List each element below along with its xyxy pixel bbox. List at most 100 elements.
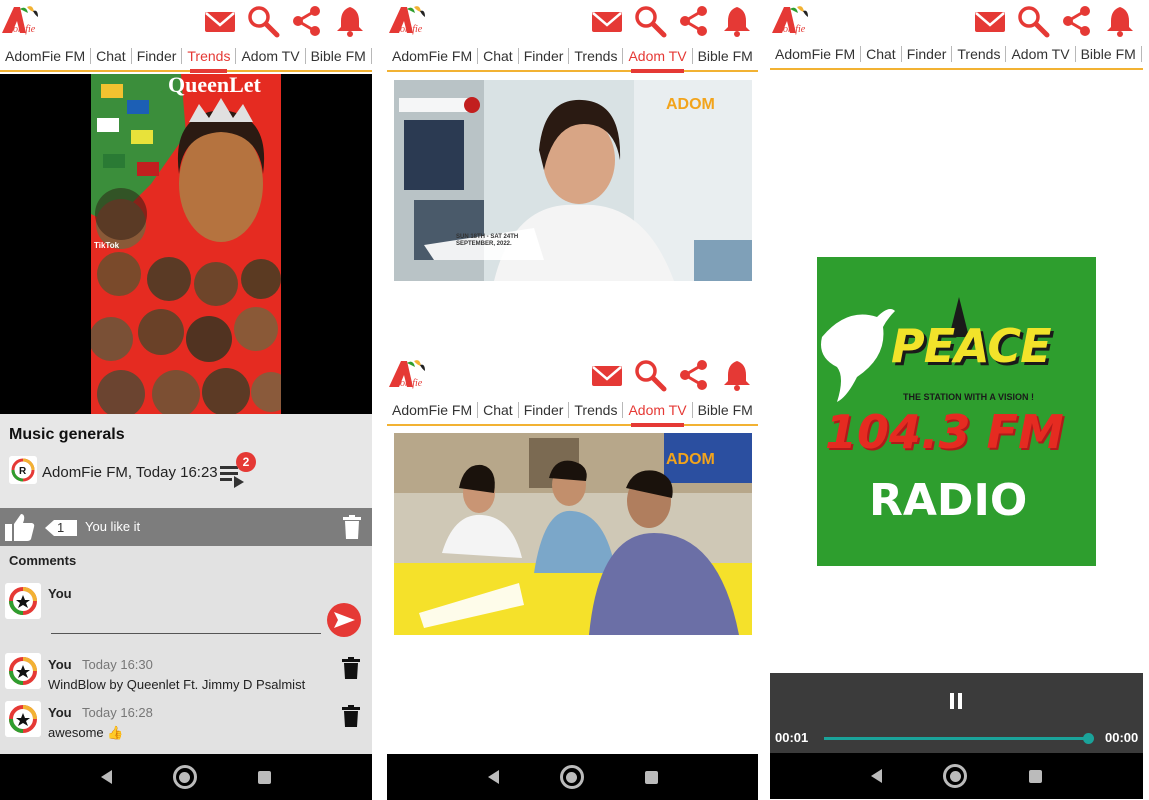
tab-bible-fm[interactable]: Bible FM — [693, 48, 758, 64]
poster-image — [91, 74, 281, 414]
tab-bible-fm[interactable]: Bible FM — [693, 402, 758, 418]
seek-track[interactable] — [824, 733, 1094, 744]
tab-finder[interactable]: Finder — [519, 48, 570, 64]
duration-time: 00:00 — [1105, 730, 1139, 745]
post-meta: AdomFie FM, Today 16:23 — [42, 464, 218, 481]
delete-post-icon[interactable] — [343, 515, 361, 539]
tab-finder[interactable]: Finder — [902, 46, 953, 62]
home-icon[interactable] — [172, 765, 197, 789]
logo-text: domfie — [8, 24, 36, 35]
search-icon[interactable] — [246, 4, 280, 38]
share-icon[interactable] — [1060, 4, 1094, 38]
tab-adomfie-fm[interactable]: AdomFie FM — [387, 48, 479, 64]
comment-time: Today 16:30 — [82, 657, 153, 672]
top-bar: domfie — [387, 354, 758, 396]
recents-icon[interactable] — [1029, 769, 1043, 783]
seek-thumb[interactable] — [1083, 733, 1094, 744]
tab-bar: AdomFie FM Chat Finder Trends Adom TV Bi… — [387, 42, 758, 73]
comment-text: WindBlow by Queenlet Ft. Jimmy D Psalmis… — [48, 677, 306, 692]
tab-trends[interactable]: Trends — [569, 48, 624, 64]
like-bar: 1 You like it — [0, 508, 372, 546]
bell-icon[interactable] — [333, 4, 367, 38]
back-icon[interactable] — [487, 770, 499, 784]
peace-radio: RADIO — [869, 475, 1028, 526]
search-icon[interactable] — [633, 358, 667, 392]
adomfie-logo[interactable] — [0, 3, 48, 41]
tab-adomfie-fm[interactable]: AdomFie FM — [770, 46, 862, 62]
top-bar: domfie — [387, 0, 758, 42]
send-icon[interactable] — [326, 602, 362, 638]
home-icon[interactable] — [559, 765, 584, 789]
search-icon[interactable] — [633, 4, 667, 38]
share-icon[interactable] — [677, 4, 711, 38]
tab-finder[interactable]: Finder — [132, 48, 183, 64]
tab-finder[interactable]: Finder — [519, 402, 570, 418]
tab-adom-tv[interactable]: Adom TV — [623, 48, 693, 73]
trend-media[interactable]: QueenLet TikTok — [0, 74, 372, 414]
back-icon[interactable] — [870, 769, 882, 783]
screen-trends: domfie AdomFie FM Chat Finder Trends Ado… — [0, 0, 372, 800]
composer-name: You — [48, 586, 72, 601]
adomfie-logo[interactable] — [770, 3, 818, 41]
tab-adom-tv[interactable]: Adom TV — [623, 402, 693, 427]
tab-bible-fm[interactable]: Bible FM — [306, 48, 372, 64]
recents-icon[interactable] — [644, 770, 658, 784]
video-player[interactable]: ADOM SUN 18TH - SAT 24TH SEPTEMBER, 2022… — [394, 80, 752, 281]
tab-chat[interactable]: Chat — [861, 46, 902, 62]
home-icon[interactable] — [943, 764, 968, 788]
pause-icon[interactable] — [948, 693, 964, 709]
back-icon[interactable] — [100, 770, 112, 784]
bell-icon[interactable] — [720, 4, 754, 38]
audio-player: 00:01 00:00 — [770, 673, 1143, 753]
top-bar: domfie — [770, 0, 1143, 42]
comment-author: You — [48, 657, 72, 672]
elapsed-time: 00:01 — [775, 730, 809, 745]
mail-icon[interactable] — [590, 4, 624, 38]
comment-item: You Today 16:28 awesome 👍 — [48, 704, 153, 741]
mail-icon[interactable] — [203, 4, 237, 38]
delete-comment-icon[interactable] — [342, 705, 360, 727]
tab-adomfie-fm[interactable]: AdomFie FM — [0, 48, 92, 64]
like-label: You like it — [85, 519, 141, 534]
tab-trends[interactable]: Trends — [569, 402, 624, 418]
tab-bar: AdomFie FM Chat Finder Trends Adom TV Bi… — [770, 40, 1143, 70]
recents-icon[interactable] — [258, 770, 272, 784]
user-avatar-icon — [5, 701, 41, 737]
comments-heading: Comments — [9, 553, 77, 568]
tab-adom-tv[interactable]: Adom TV — [236, 48, 306, 64]
comment-input[interactable] — [51, 633, 321, 634]
mail-icon[interactable] — [973, 4, 1007, 38]
logo-text: domfie — [395, 378, 423, 389]
tab-adomfie-fm[interactable]: AdomFie FM — [387, 402, 479, 418]
share-icon[interactable] — [677, 358, 711, 392]
bell-icon[interactable] — [720, 358, 754, 392]
peace-word: PEACE — [891, 319, 1052, 373]
user-avatar-icon — [5, 583, 41, 619]
bell-icon[interactable] — [1103, 4, 1137, 38]
delete-comment-icon[interactable] — [342, 657, 360, 679]
like-count: 1 — [57, 520, 65, 535]
comment-time: Today 16:28 — [82, 705, 153, 720]
user-avatar-icon — [5, 653, 41, 689]
post-info: Music generals R AdomFie FM, Today 16:23… — [0, 414, 372, 508]
thumbs-up-icon[interactable] — [4, 511, 36, 543]
search-icon[interactable] — [1016, 4, 1050, 38]
mail-icon[interactable] — [590, 358, 624, 392]
adomfie-logo[interactable] — [387, 3, 435, 41]
tab-chat[interactable]: Chat — [478, 48, 519, 64]
video-player[interactable]: ADOM — [394, 433, 752, 635]
adomfie-logo[interactable] — [387, 357, 435, 395]
tab-chat[interactable]: Chat — [91, 48, 132, 64]
svg-text:R: R — [19, 466, 27, 477]
playlist-count-badge: 2 — [236, 452, 256, 472]
comment-author: You — [48, 705, 72, 720]
tab-trends[interactable]: Trends — [182, 48, 237, 73]
logo-text: domfie — [395, 24, 423, 35]
comment-item: You Today 16:30 WindBlow by Queenlet Ft.… — [48, 656, 305, 692]
tab-chat[interactable]: Chat — [478, 402, 519, 418]
share-icon[interactable] — [290, 4, 324, 38]
tab-trends[interactable]: Trends — [952, 46, 1007, 62]
tab-adom-tv[interactable]: Adom TV — [1006, 46, 1076, 62]
logo-text: domfie — [778, 24, 806, 35]
tab-bible-fm[interactable]: Bible FM — [1076, 46, 1142, 62]
